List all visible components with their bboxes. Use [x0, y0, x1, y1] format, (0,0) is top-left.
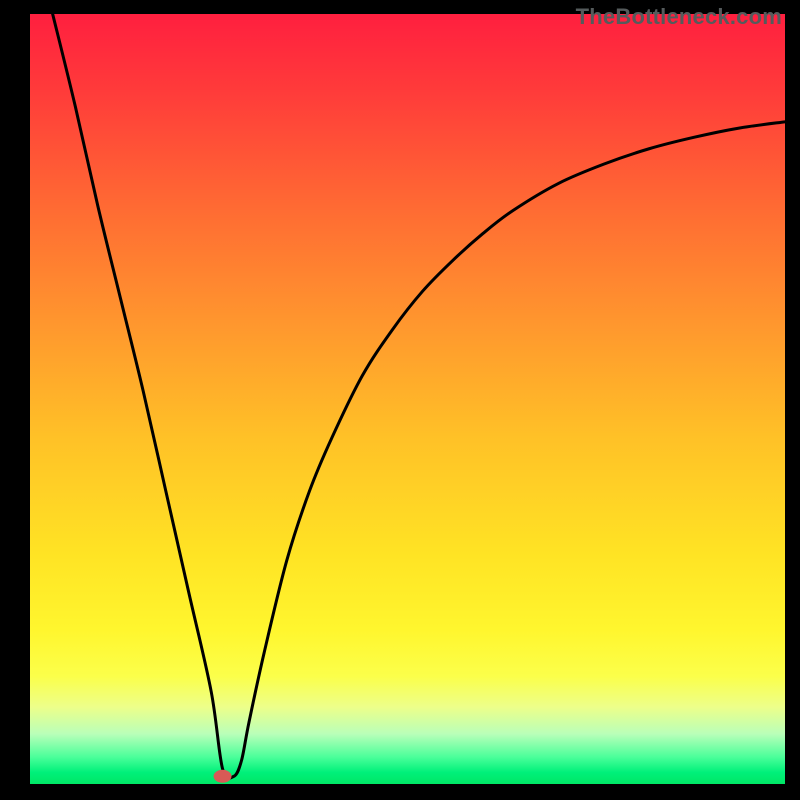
plot-area [30, 14, 785, 784]
optimal-point-marker [214, 770, 232, 783]
gradient-background [30, 14, 785, 784]
chart-svg [30, 14, 785, 784]
watermark-text: TheBottleneck.com [576, 4, 782, 30]
chart-frame: TheBottleneck.com [0, 0, 800, 800]
